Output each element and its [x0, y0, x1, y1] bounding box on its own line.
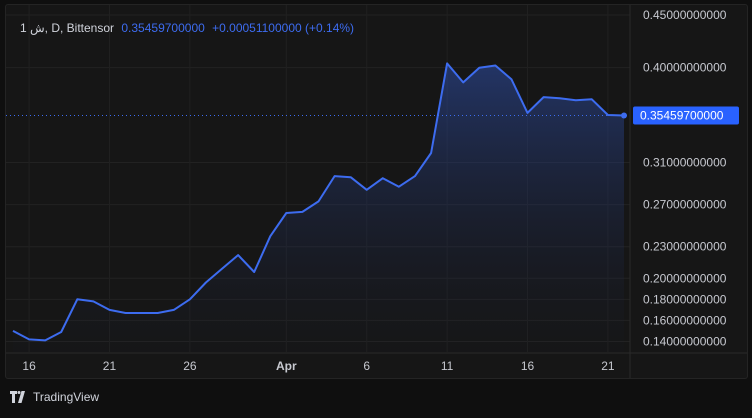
data-point — [348, 175, 353, 180]
data-point — [573, 98, 578, 103]
data-point — [220, 266, 225, 271]
y-tick-label: 0.20000000000 — [643, 271, 727, 285]
x-tick-label: 16 — [22, 359, 36, 373]
y-tick-label: 0.31000000000 — [643, 155, 727, 169]
data-point — [332, 174, 337, 179]
data-point — [461, 80, 466, 85]
data-point — [316, 199, 321, 204]
data-point — [509, 77, 514, 82]
data-point — [589, 97, 594, 102]
last-price-dot — [621, 112, 627, 119]
data-point — [493, 63, 498, 68]
y-tick-label: 0.14000000000 — [643, 334, 727, 348]
data-point — [171, 307, 176, 312]
y-tick-label: 0.27000000000 — [643, 198, 727, 212]
chart-legend: 1 ش, D, Bittensor 0.35459700000 +0.00051… — [20, 21, 354, 35]
brand-label: TradingView — [33, 390, 100, 404]
x-tick-label: 21 — [601, 359, 615, 373]
data-point — [477, 65, 482, 70]
data-point — [380, 176, 385, 181]
tradingview-logo-icon — [10, 391, 25, 403]
data-point — [268, 234, 273, 239]
data-point — [300, 209, 305, 214]
y-tick-label: 0.23000000000 — [643, 240, 727, 254]
data-point — [445, 61, 450, 66]
y-tick-label: 0.18000000000 — [643, 292, 727, 306]
data-point — [11, 328, 16, 333]
data-point — [75, 297, 80, 302]
price-chart[interactable]: 0.45000000000 0.40000000000 0.31000000000 0… — [6, 5, 747, 378]
chart-panel[interactable]: 0.45000000000 0.40000000000 0.31000000000 0… — [5, 4, 748, 379]
data-point — [541, 95, 546, 100]
data-point — [123, 311, 128, 316]
y-tick-label: 0.16000000000 — [643, 313, 727, 327]
y-tick-label: 0.40000000000 — [643, 61, 727, 75]
data-point — [525, 110, 530, 115]
y-tick-label: 0.45000000000 — [643, 8, 727, 22]
data-point — [252, 269, 257, 274]
data-point — [107, 307, 112, 312]
x-tick-label: 16 — [521, 359, 535, 373]
data-point — [396, 184, 401, 189]
data-point — [59, 329, 64, 334]
data-point — [203, 280, 208, 285]
symbol-label: 1 ش, D, Bittensor — [20, 21, 115, 35]
data-point — [364, 187, 369, 192]
last-price-label: 0.35459700000 — [640, 108, 724, 122]
data-point — [27, 337, 32, 342]
data-point — [412, 174, 417, 179]
legend-price: 0.35459700000 — [121, 21, 205, 35]
data-point — [236, 253, 241, 258]
x-tick-label: 26 — [183, 359, 197, 373]
data-point — [429, 150, 434, 155]
data-point — [557, 96, 562, 101]
data-point — [139, 311, 144, 316]
footer-brand[interactable]: TradingView — [10, 389, 99, 405]
x-tick-label: 21 — [103, 359, 117, 373]
data-point — [91, 299, 96, 304]
data-point — [155, 311, 160, 316]
x-tick-label: 6 — [363, 359, 370, 373]
data-point — [284, 210, 289, 215]
data-point — [43, 338, 48, 343]
x-tick-label: 11 — [441, 359, 454, 373]
data-point — [187, 297, 192, 302]
x-tick-label: Apr — [276, 359, 297, 373]
legend-change: +0.00051100000 (+0.14%) — [212, 21, 355, 35]
series-area — [13, 63, 624, 353]
